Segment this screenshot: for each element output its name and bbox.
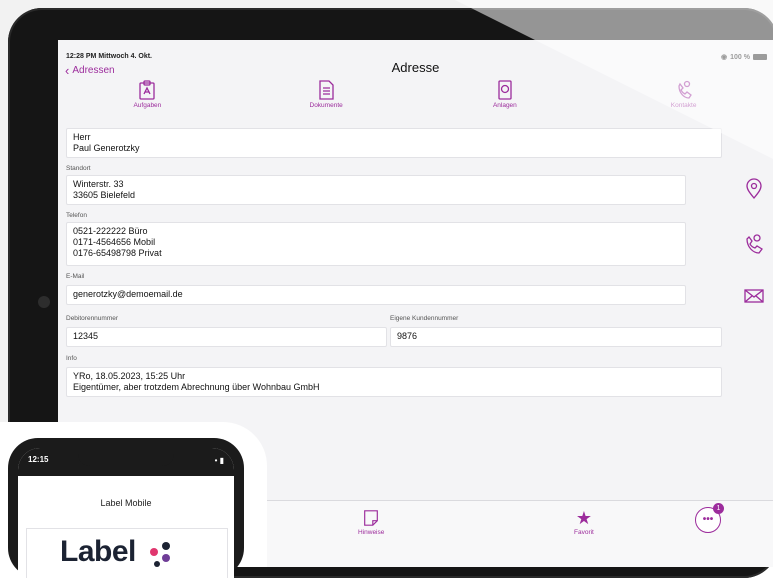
- clipboard-icon: [139, 80, 156, 100]
- kunden-label: Eigene Kundennummer: [390, 315, 459, 322]
- debitor-label: Debitorennummer: [66, 315, 119, 322]
- debitor-value: 12345: [73, 331, 99, 341]
- logo-dots-icon: [150, 542, 170, 567]
- telefon-line1: 0521-222222 Büro: [73, 226, 148, 236]
- tablet-camera: [38, 296, 50, 308]
- telefon-line3: 0176-65498798 Privat: [73, 248, 162, 258]
- toolbar-aufgaben[interactable]: Aufgaben: [58, 80, 237, 124]
- location-pin-icon[interactable]: [743, 178, 765, 200]
- tab-hinweise-label: Hinweise: [358, 529, 385, 536]
- screen-glare: [455, 0, 773, 160]
- email-field[interactable]: generotzky@demoemail.de: [66, 285, 686, 305]
- toolbar-dokumente[interactable]: Dokumente: [237, 80, 416, 124]
- email-label: E-Mail: [66, 273, 85, 280]
- document-icon: [319, 80, 334, 100]
- toolbar-aufgaben-label: Aufgaben: [133, 102, 162, 109]
- standort-field[interactable]: Winterstr. 33 33605 Bielefeld: [66, 175, 686, 205]
- debitor-field[interactable]: 12345: [66, 327, 387, 347]
- telefon-label: Telefon: [66, 212, 87, 219]
- email-value: generotzky@demoemail.de: [73, 289, 183, 299]
- info-field[interactable]: YRo, 18.05.2023, 15:25 Uhr Eigentümer, a…: [66, 367, 722, 397]
- phone-time: 12:15: [28, 455, 49, 464]
- standort-line2: 33605 Bielefeld: [73, 190, 136, 200]
- standort-label: Standort: [66, 165, 91, 172]
- tab-favorit-label: Favorit: [574, 529, 594, 536]
- call-icon[interactable]: [743, 233, 765, 255]
- telefon-field[interactable]: 0521-222222 Büro 0171-4564656 Mobil 0176…: [66, 222, 686, 266]
- phone-notch: [78, 448, 174, 466]
- star-icon: ★: [575, 508, 592, 528]
- label-logo: Label: [60, 535, 136, 568]
- kunden-value: 9876: [397, 331, 418, 341]
- toolbar-dokumente-label: Dokumente: [309, 102, 343, 109]
- phone-screen: 12:15 • ▮ Label Mobile Label: [18, 448, 234, 578]
- tab-hinweise[interactable]: Hinweise: [358, 509, 384, 536]
- telefon-line2: 0171-4564656 Mobil: [73, 237, 156, 247]
- kunden-field[interactable]: 9876: [390, 327, 722, 347]
- tab-favorit[interactable]: ★ Favorit: [574, 509, 594, 536]
- info-line1: YRo, 18.05.2023, 15:25 Uhr: [73, 371, 186, 381]
- info-line2: Eigentümer, aber trotzdem Abrechnung übe…: [73, 382, 320, 392]
- more-badge: 1: [713, 503, 724, 514]
- note-icon: [364, 510, 379, 526]
- standort-line1: Winterstr. 33: [73, 179, 124, 189]
- phone-header: Label Mobile: [100, 498, 152, 508]
- phone-battery-icon: • ▮: [214, 456, 224, 465]
- status-time: 12:28 PM Mittwoch 4. Okt.: [66, 53, 152, 60]
- more-icon: •••: [702, 514, 714, 525]
- info-label: Info: [66, 355, 77, 362]
- mail-icon[interactable]: [743, 285, 765, 307]
